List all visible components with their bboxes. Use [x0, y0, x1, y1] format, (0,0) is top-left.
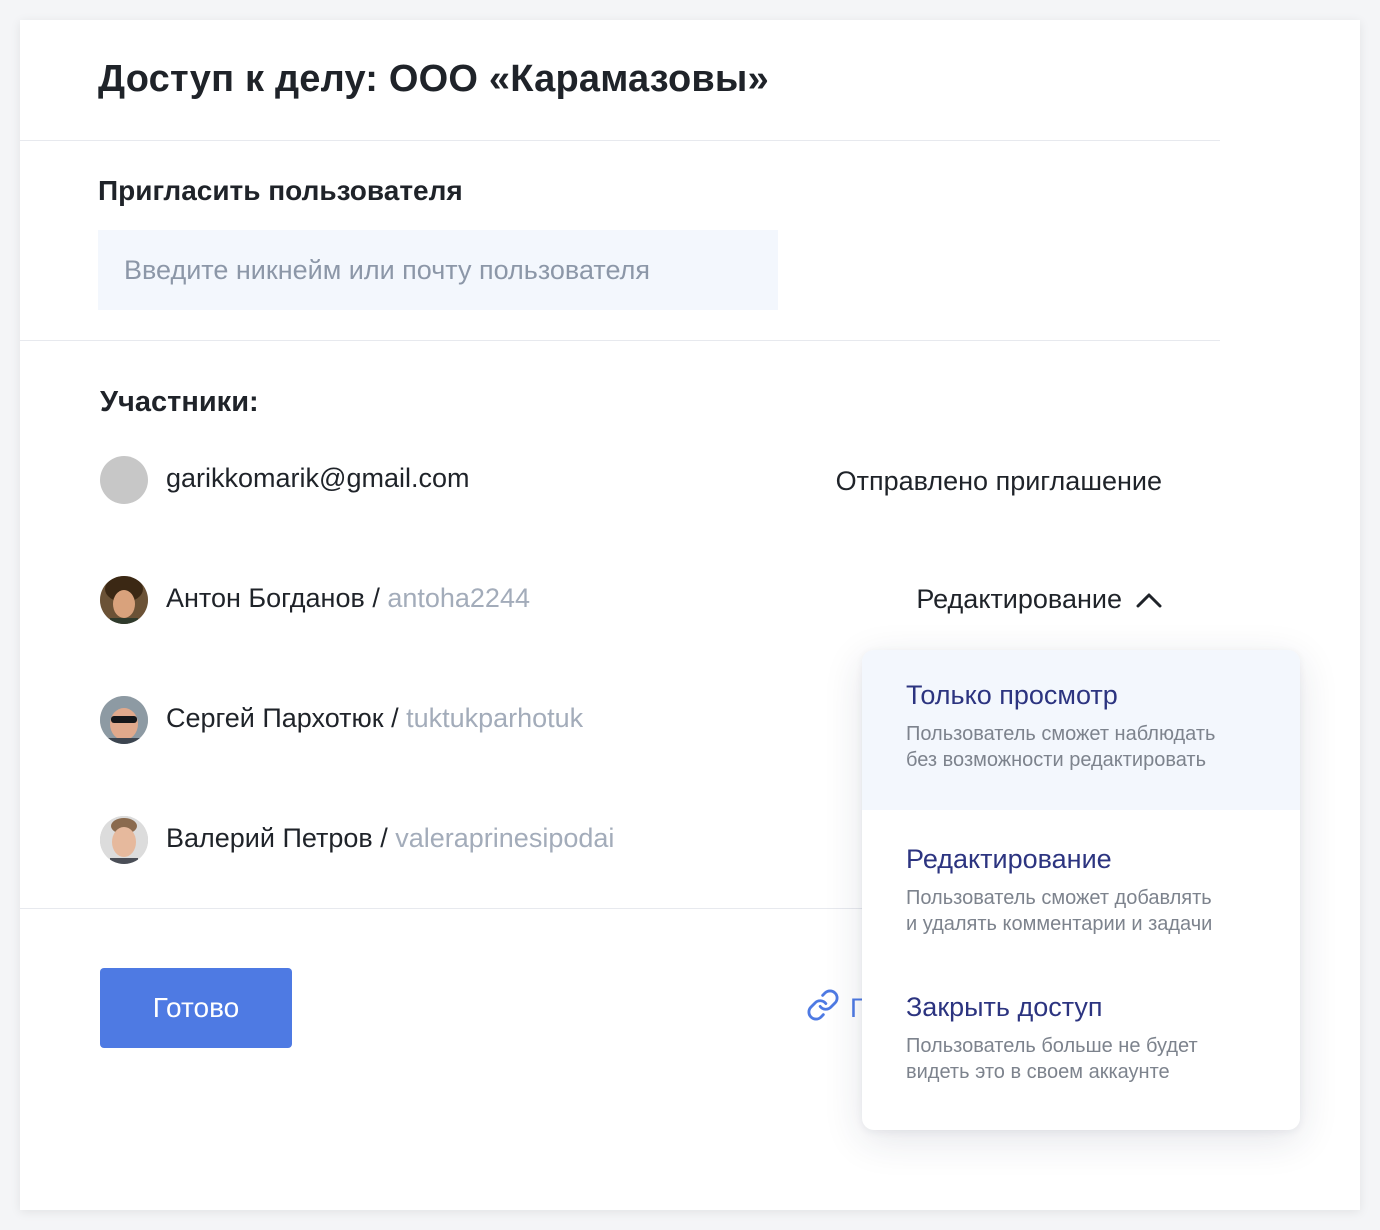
option-description: Пользователь больше не будет видеть это …	[906, 1035, 1198, 1083]
invitation-status: Отправлено приглашение	[835, 466, 1162, 496]
invite-label: Пригласить пользователя	[98, 175, 463, 206]
member-nickname: tuktukparhotuk	[406, 703, 584, 733]
member-name: Валерий Петров / valeraprinesipodai	[166, 823, 615, 853]
done-button[interactable]: Готово	[100, 968, 292, 1048]
member-name: garikkomarik@gmail.com	[166, 463, 469, 494]
chevron-up-icon	[1136, 592, 1162, 608]
divider	[20, 340, 1220, 341]
member-email: garikkomarik@gmail.com	[166, 463, 470, 493]
option-description: Пользователь сможет добавлять и удалять …	[906, 887, 1213, 935]
option-description: Пользователь сможет наблюдать без возмож…	[906, 723, 1216, 771]
divider	[20, 908, 862, 909]
avatar	[100, 816, 148, 864]
option-title: Закрыть доступ	[906, 992, 1103, 1022]
dialog-title: Доступ к делу: ООО «Карамазовы»	[98, 58, 769, 100]
member-nickname: antoha2244	[387, 583, 530, 613]
option-title: Только просмотр	[906, 680, 1118, 710]
members-label: Участники:	[100, 386, 259, 418]
role-options-menu: Только просмотр Пользователь сможет набл…	[862, 650, 1300, 1130]
role-dropdown[interactable]: Редактирование	[916, 584, 1162, 615]
member-nickname: valeraprinesipodai	[395, 823, 615, 853]
option-editing[interactable]: Редактирование Пользователь сможет добав…	[862, 810, 1300, 960]
member-row: Антон Богданов / antoha2244 Редактирован…	[100, 576, 1180, 626]
link-icon	[806, 988, 840, 1029]
member-name: Сергей Пархотюк / tuktukparhotuk	[166, 703, 584, 733]
avatar	[100, 576, 148, 624]
invite-user-input[interactable]	[98, 230, 778, 310]
option-title: Редактирование	[906, 844, 1112, 874]
avatar	[100, 456, 148, 504]
option-revoke-access[interactable]: Закрыть доступ Пользователь больше не бу…	[862, 960, 1300, 1130]
divider	[20, 140, 1220, 141]
member-row: garikkomarik@gmail.com Отправлено пригла…	[100, 456, 1180, 506]
option-view-only[interactable]: Только просмотр Пользователь сможет набл…	[862, 650, 1300, 810]
avatar	[100, 696, 148, 744]
copy-link-button[interactable]: Г	[806, 988, 865, 1029]
member-name: Антон Богданов / antoha2244	[166, 583, 530, 613]
role-label: Редактирование	[916, 584, 1122, 614]
